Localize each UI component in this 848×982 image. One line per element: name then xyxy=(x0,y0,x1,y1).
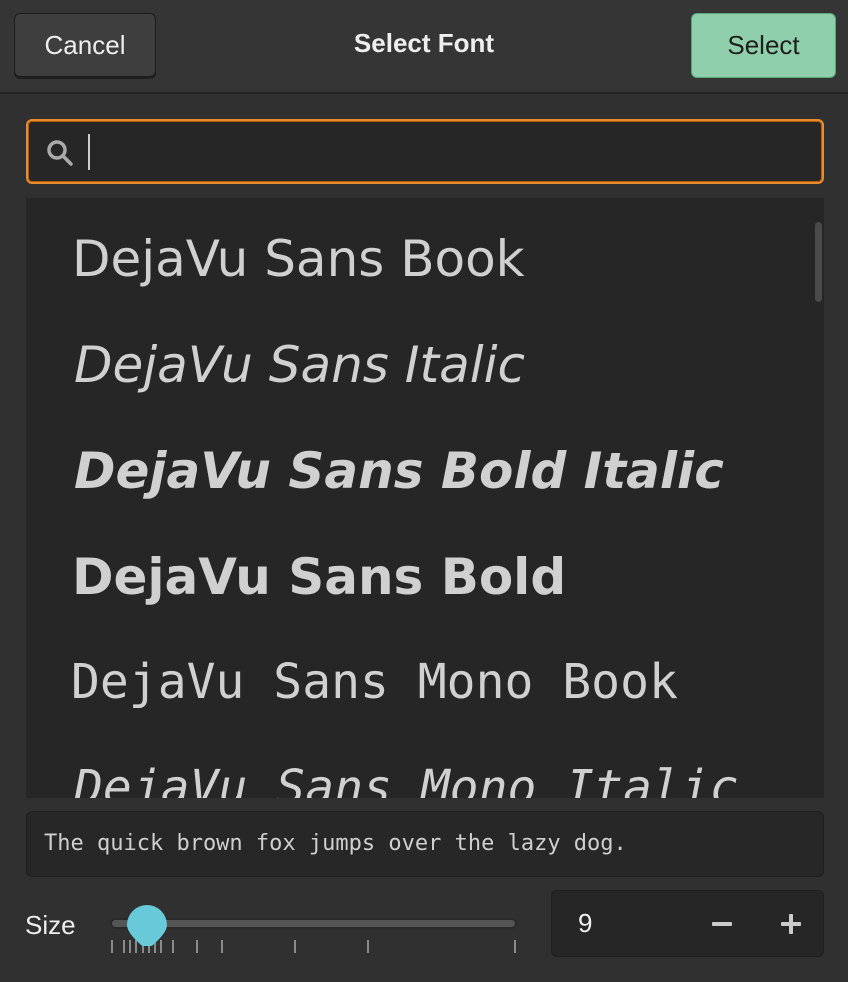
minus-icon xyxy=(712,922,732,926)
font-name: DejaVu Sans Mono Italic xyxy=(74,760,739,798)
slider-tick xyxy=(220,940,223,953)
search-icon xyxy=(47,140,73,166)
slider-tick xyxy=(196,940,199,953)
search-input[interactable] xyxy=(26,119,824,184)
preview-text[interactable]: The quick brown fox jumps over the lazy … xyxy=(26,811,824,877)
font-list-item[interactable]: DejaVu Sans Mono Italic xyxy=(26,728,806,798)
decrease-size-button[interactable] xyxy=(705,904,739,944)
slider-tick xyxy=(294,940,297,953)
font-list[interactable]: DejaVu Sans Book DejaVu Sans Italic Deja… xyxy=(26,198,824,798)
font-name: DejaVu Sans Bold xyxy=(72,548,567,606)
font-list-item[interactable]: DejaVu Sans Bold Italic xyxy=(26,410,806,516)
size-label: Size xyxy=(25,910,76,940)
font-list-item[interactable]: DejaVu Sans Mono Book xyxy=(26,622,806,728)
slider-handle[interactable] xyxy=(126,904,168,946)
increase-size-button[interactable] xyxy=(774,904,808,944)
list-scrollbar[interactable] xyxy=(815,222,822,302)
font-list-item[interactable]: DejaVu Sans Book xyxy=(26,198,806,304)
size-slider[interactable] xyxy=(112,920,515,927)
size-spinbutton[interactable]: 9 xyxy=(551,890,824,957)
font-name: DejaVu Sans Mono Book xyxy=(71,654,678,710)
font-name: DejaVu Sans Book xyxy=(72,230,525,288)
plus-icon xyxy=(781,914,801,934)
font-list-item[interactable]: DejaVu Sans Bold xyxy=(26,516,806,622)
font-name: DejaVu Sans Bold Italic xyxy=(74,442,724,500)
select-button[interactable]: Select xyxy=(691,13,836,78)
slider-tick xyxy=(514,940,516,953)
slider-tick xyxy=(111,940,113,953)
slider-tick xyxy=(123,940,126,953)
font-name: DejaVu Sans Italic xyxy=(74,336,525,394)
slider-tick xyxy=(172,940,175,953)
slider-tick xyxy=(367,940,370,953)
text-caret xyxy=(88,134,90,170)
header-bar: Cancel Select Font Select xyxy=(0,0,848,94)
font-list-item[interactable]: DejaVu Sans Italic xyxy=(26,304,806,410)
size-value[interactable]: 9 xyxy=(578,908,592,939)
